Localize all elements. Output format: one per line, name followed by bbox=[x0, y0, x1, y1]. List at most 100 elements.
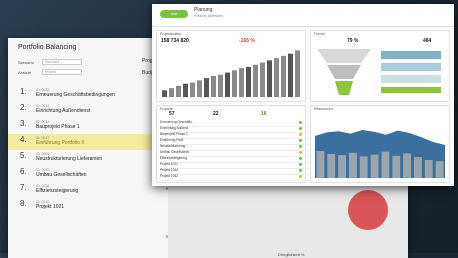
kpi-value: 16 bbox=[261, 111, 267, 117]
panel-title: Ressourcen bbox=[314, 107, 333, 111]
item-name: Neustrukturierung Lieferanten bbox=[36, 156, 103, 162]
item-number: 2. bbox=[20, 103, 27, 112]
bar[interactable] bbox=[176, 85, 181, 97]
resource-chart-panel: Ressourcen bbox=[310, 105, 450, 183]
row-name: Umbau Gesellschaft. bbox=[160, 150, 190, 154]
funnel-chart bbox=[317, 49, 441, 95]
bar[interactable] bbox=[338, 155, 346, 178]
funnel-bar bbox=[381, 51, 441, 59]
view-label: Ansicht bbox=[18, 70, 32, 75]
bar[interactable] bbox=[162, 90, 167, 97]
bar[interactable] bbox=[359, 156, 368, 178]
project-table-panel: Projekte 57 22 16 Erneuerung Geschäfts. … bbox=[156, 105, 310, 183]
list-item[interactable]: 1. ID: 0021 Erneuerung Geschäftsbedingun… bbox=[8, 86, 158, 102]
page-title: Portfolio Balancing bbox=[18, 44, 77, 51]
kpi-value: -165 % bbox=[239, 38, 255, 44]
item-number: 6. bbox=[20, 167, 27, 176]
bar[interactable] bbox=[211, 75, 216, 97]
bar[interactable] bbox=[403, 153, 411, 178]
bubble[interactable] bbox=[348, 190, 388, 230]
status-dot bbox=[299, 157, 302, 160]
list-item[interactable]: 7. ID: 0036 Effizienzsteigerung bbox=[8, 182, 158, 198]
list-item[interactable]: 3. ID: 0032 Bauprojekt Phase 1 bbox=[8, 118, 158, 134]
bar[interactable] bbox=[197, 80, 202, 97]
area-chart bbox=[315, 130, 445, 178]
bar[interactable] bbox=[424, 160, 433, 178]
item-number: 8. bbox=[20, 199, 27, 208]
panel-title: Projektkosten bbox=[160, 32, 182, 36]
funnel-bar bbox=[381, 75, 441, 83]
dashboard-title: Planung bbox=[194, 7, 213, 13]
row-name: Projekt 1021 bbox=[160, 162, 178, 166]
bar[interactable] bbox=[232, 70, 237, 97]
status-dot bbox=[299, 133, 302, 136]
list-item-selected[interactable]: 4. ID: 0017 Einführung Portfolio X bbox=[8, 134, 158, 150]
bar[interactable] bbox=[295, 50, 300, 97]
bar[interactable] bbox=[225, 72, 230, 97]
status-dot bbox=[299, 139, 302, 142]
scenario-input[interactable]: Standard bbox=[42, 59, 82, 65]
row-name: Projekt 1044 bbox=[160, 168, 178, 172]
row-name: Bauprojekt Phase 1 bbox=[160, 132, 188, 136]
item-number: 5. bbox=[20, 151, 27, 160]
list-item[interactable]: 5. ID: 0009 Neustrukturierung Lieferante… bbox=[8, 150, 158, 166]
item-number: 7. bbox=[20, 183, 27, 192]
kpi-value: 57 bbox=[169, 111, 175, 117]
scenario-label: Szenario bbox=[18, 60, 34, 65]
bar[interactable] bbox=[316, 151, 325, 178]
funnel-stage bbox=[327, 65, 361, 79]
item-name: Effizienzsteigerung bbox=[36, 188, 79, 194]
bar[interactable] bbox=[281, 55, 286, 97]
funnel-panel: Funnel 79 % 484 bbox=[310, 30, 450, 102]
bar[interactable] bbox=[370, 154, 379, 178]
row-name: Projekt 1052 bbox=[160, 174, 178, 178]
status-dot bbox=[299, 151, 302, 154]
view-input[interactable]: Projekt bbox=[42, 69, 82, 75]
bar[interactable] bbox=[414, 157, 422, 178]
bar[interactable] bbox=[274, 58, 279, 97]
project-list: 1. ID: 0021 Erneuerung Geschäftsbedingun… bbox=[8, 86, 158, 214]
bar[interactable] bbox=[239, 68, 244, 97]
list-item[interactable]: 2. ID: 0014 Einrichtung Außendienst bbox=[8, 102, 158, 118]
item-name: Bauprojekt Phase 1 bbox=[36, 124, 80, 130]
list-item[interactable]: 8. ID: 0011 Projekt 1021 bbox=[8, 198, 158, 214]
status-dot bbox=[299, 169, 302, 172]
status-dot bbox=[299, 163, 302, 166]
list-item[interactable]: 6. ID: 0027 Umbau Gesellschaften bbox=[8, 166, 158, 182]
funnel-bar bbox=[381, 63, 441, 71]
status-dot bbox=[299, 145, 302, 148]
kpi-value: 22 bbox=[213, 111, 219, 117]
bar[interactable] bbox=[288, 53, 293, 97]
bar[interactable] bbox=[218, 74, 223, 97]
bar[interactable] bbox=[183, 83, 188, 97]
bar[interactable] bbox=[327, 154, 336, 178]
bar-chart bbox=[162, 50, 300, 97]
bar[interactable] bbox=[435, 161, 444, 178]
bar[interactable] bbox=[169, 88, 174, 97]
bar[interactable] bbox=[190, 82, 195, 97]
row-name: Erneuerung Geschäfts. bbox=[160, 120, 193, 124]
item-number: 1. bbox=[20, 87, 27, 96]
table-row[interactable]: Projekt 1052 bbox=[160, 174, 310, 181]
funnel-stage bbox=[317, 49, 371, 63]
bar[interactable] bbox=[253, 64, 258, 97]
bar[interactable] bbox=[246, 67, 251, 97]
bar[interactable] bbox=[267, 60, 272, 97]
bar[interactable] bbox=[260, 62, 265, 97]
bubble-chart: Dringlichkeit % bbox=[168, 178, 408, 258]
bar[interactable] bbox=[349, 152, 357, 178]
row-name: Neustrukturierung bbox=[160, 144, 186, 148]
item-name: Projekt 1021 bbox=[36, 204, 65, 210]
app-logo[interactable]: one bbox=[160, 10, 188, 18]
status-dot bbox=[299, 127, 302, 130]
item-number: 3. bbox=[20, 119, 27, 128]
item-number: 4. bbox=[20, 135, 27, 144]
row-name: Einrichtung Außend. bbox=[160, 126, 189, 130]
bar[interactable] bbox=[381, 151, 390, 178]
dashboard-header: one Planung Portfolio Übersicht bbox=[152, 4, 454, 27]
bar[interactable] bbox=[204, 78, 209, 97]
status-dot bbox=[299, 175, 302, 178]
kpi-value: 158 734 820 bbox=[161, 38, 189, 44]
bar[interactable] bbox=[392, 155, 401, 178]
item-name: Umbau Gesellschaften bbox=[36, 172, 87, 178]
